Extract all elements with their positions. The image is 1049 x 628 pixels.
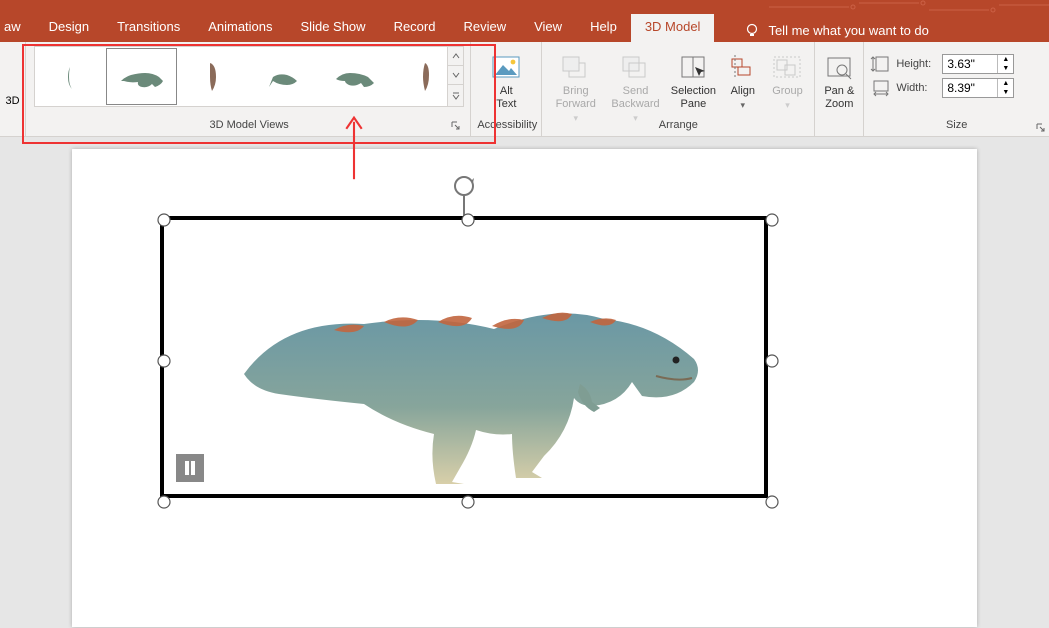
group-size: Height: ▲▼ Width: ▲▼ Size	[864, 42, 1049, 136]
size-launcher[interactable]	[1035, 122, 1047, 134]
model-views-gallery	[34, 46, 464, 107]
selection-pane-button[interactable]: Selection Pane	[668, 46, 719, 116]
group-model-views: 3D Model Views	[28, 42, 470, 136]
width-down[interactable]: ▼	[998, 88, 1013, 97]
width-input[interactable]: ▲▼	[942, 78, 1014, 98]
group-icon	[770, 53, 804, 81]
insert3d-label[interactable]: 3D	[5, 46, 19, 107]
group-label-size: Size	[870, 119, 1043, 134]
group-insert3d: 3D	[0, 42, 25, 136]
tab-animations[interactable]: Animations	[194, 14, 286, 42]
tell-me[interactable]: Tell me what you want to do	[734, 14, 938, 42]
height-icon	[870, 55, 892, 73]
view-thumb-4[interactable]	[248, 48, 319, 105]
alt-text-button[interactable]: Alt Text	[480, 46, 532, 116]
tell-me-label: Tell me what you want to do	[768, 23, 928, 38]
width-label: Width:	[896, 82, 938, 94]
alt-text-icon	[489, 53, 523, 81]
view-thumb-3[interactable]	[177, 48, 248, 105]
tab-transitions[interactable]: Transitions	[103, 14, 194, 42]
title-decor	[769, 0, 1049, 14]
view-thumb-5[interactable]	[319, 48, 390, 105]
group-button[interactable]: Group▾	[767, 46, 809, 116]
height-up[interactable]: ▲	[998, 55, 1013, 64]
group-arrange: Bring Forward▾ Send Backward▾ Selection …	[542, 42, 814, 136]
bring-forward-icon	[559, 53, 593, 81]
send-backward-button[interactable]: Send Backward▾	[607, 46, 664, 116]
selection-handles[interactable]	[164, 220, 772, 502]
tab-review[interactable]: Review	[449, 14, 520, 42]
tab-help[interactable]: Help	[576, 14, 631, 42]
tab-slideshow[interactable]: Slide Show	[287, 14, 380, 42]
workspace	[0, 137, 1049, 628]
height-label: Height:	[896, 58, 938, 70]
width-icon	[870, 79, 892, 97]
height-input[interactable]: ▲▼	[942, 54, 1014, 74]
group-label-views: 3D Model Views	[210, 113, 289, 134]
lightbulb-icon	[744, 23, 760, 39]
3d-model-selection[interactable]	[160, 216, 768, 498]
ribbon-tabs: aw Design Transitions Animations Slide S…	[0, 14, 1049, 42]
gallery-scroll-up[interactable]	[447, 47, 463, 66]
ribbon: 3D 3D Model Views Alt Text	[0, 42, 1049, 137]
views-launcher[interactable]	[450, 120, 462, 132]
send-backward-icon	[619, 53, 653, 81]
gallery-more[interactable]	[447, 85, 463, 106]
align-icon	[726, 53, 760, 81]
bring-forward-button[interactable]: Bring Forward▾	[548, 46, 603, 116]
pan-zoom-icon	[822, 53, 856, 81]
pan-zoom-button[interactable]: Pan & Zoom	[821, 46, 857, 116]
tab-3d-model[interactable]: 3D Model	[631, 14, 715, 42]
align-button[interactable]: Align▾	[723, 46, 763, 116]
group-label-arrange: Arrange	[548, 119, 808, 134]
group-panzoom: Pan & Zoom	[815, 42, 863, 136]
view-thumb-1[interactable]	[35, 48, 106, 105]
width-up[interactable]: ▲	[998, 79, 1013, 88]
tab-design[interactable]: Design	[35, 14, 103, 42]
height-down[interactable]: ▼	[998, 64, 1013, 73]
gallery-scroll-down[interactable]	[447, 66, 463, 85]
selection-pane-icon	[676, 53, 710, 81]
group-label-accessibility: Accessibility	[477, 119, 535, 134]
slide[interactable]	[72, 149, 977, 627]
view-thumb-2[interactable]	[106, 48, 177, 105]
tab-record[interactable]: Record	[380, 14, 450, 42]
tab-view[interactable]: View	[520, 14, 576, 42]
group-accessibility: Alt Text Accessibility	[471, 42, 541, 136]
tab-draw[interactable]: aw	[0, 14, 35, 42]
